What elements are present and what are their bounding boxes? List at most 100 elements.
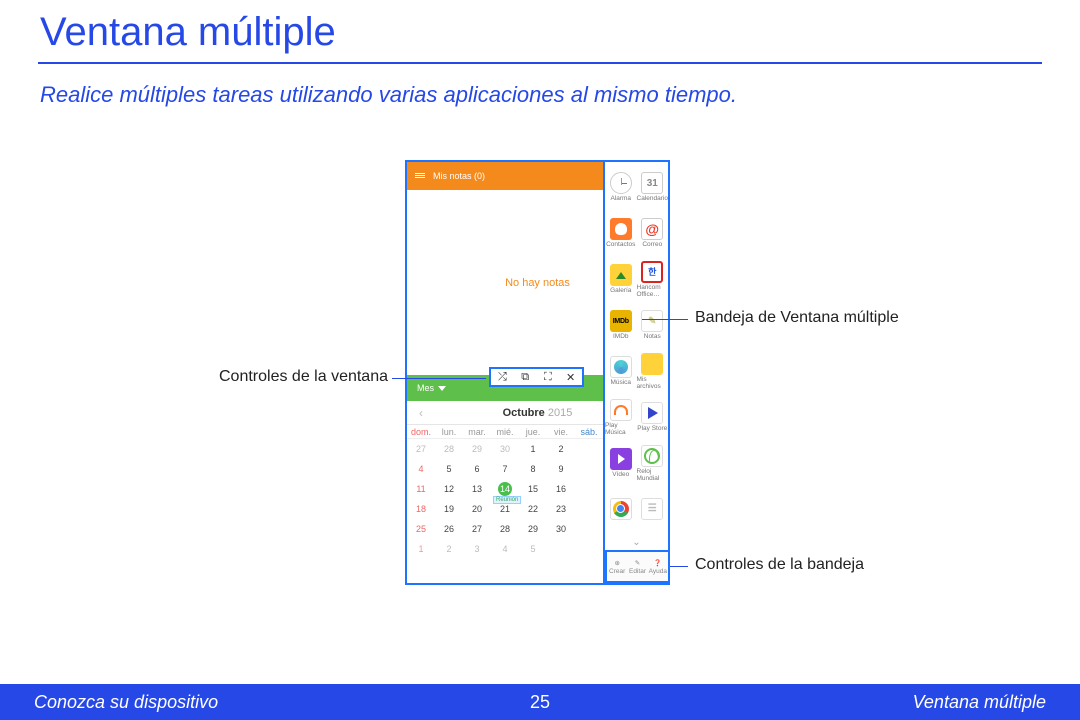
day[interactable]: 13 [463, 484, 491, 494]
page-subtitle: Realice múltiples tareas utilizando vari… [40, 82, 737, 108]
day[interactable]: 19 [435, 504, 463, 514]
day[interactable]: 9 [547, 464, 575, 474]
manual-page: Ventana múltiple Realice múltiples tarea… [0, 0, 1080, 720]
day[interactable]: 26 [435, 524, 463, 534]
tray-control-label: Crear [609, 568, 625, 575]
app-label: Contactos [606, 241, 635, 248]
day[interactable]: 3 [463, 544, 491, 554]
app-label: Correo [642, 241, 662, 248]
create-icon: ⊕ [614, 559, 619, 567]
notes-empty-text: No hay notas [505, 277, 570, 289]
maximize-icon[interactable]: ⛶ [541, 370, 555, 384]
app-label: Notas [644, 333, 661, 340]
weekday: dom. [407, 427, 435, 437]
chevron-left-icon[interactable]: ‹ [419, 406, 423, 420]
tray-control-label: Ayuda [649, 568, 667, 575]
close-window-icon[interactable]: ✕ [564, 370, 578, 384]
tray-app-mail[interactable]: @Correo [637, 210, 669, 256]
tray-app-memo[interactable]: ☰ [637, 486, 669, 532]
day[interactable]: 29 [463, 444, 491, 454]
day[interactable]: 8 [519, 464, 547, 474]
tray-app-contacts[interactable]: Contactos [605, 210, 637, 256]
weekday: vie. [547, 427, 575, 437]
page-number: 25 [0, 692, 1080, 713]
weekday: lun. [435, 427, 463, 437]
hamburger-icon[interactable] [415, 172, 425, 180]
chevron-down-icon[interactable] [438, 386, 446, 391]
tray-app-worldclock[interactable]: Reloj Mundial [637, 440, 669, 486]
day[interactable]: 5 [519, 544, 547, 554]
tray-app-video[interactable]: Vídeo [605, 440, 637, 486]
day[interactable]: 30 [491, 444, 519, 454]
help-icon: ❓ [654, 559, 662, 567]
day[interactable]: 4 [407, 464, 435, 474]
tray-edit[interactable]: ✎Editar [627, 552, 647, 581]
app-label: Hancom Office… [637, 284, 669, 298]
day[interactable]: 18 [407, 504, 435, 514]
tray-app-playstore[interactable]: Play Store [637, 394, 669, 440]
day[interactable]: 21 [491, 504, 519, 514]
tray-help[interactable]: ❓Ayuda [648, 552, 668, 581]
tray-app-hancom[interactable]: 한Hancom Office… [637, 256, 669, 302]
day[interactable]: 30 [547, 524, 575, 534]
callout-window-controls: Controles de la ventana [219, 368, 388, 386]
day[interactable]: 12 [435, 484, 463, 494]
tray-app-calendar[interactable]: 31Calendario [637, 164, 669, 210]
drag-content-icon[interactable]: ⧉ [518, 370, 532, 384]
tray-app-chrome[interactable] [605, 486, 637, 532]
day[interactable]: 20 [463, 504, 491, 514]
tray-app-music[interactable]: Música [605, 348, 637, 394]
clock-icon [610, 172, 632, 194]
tray-create[interactable]: ⊕Crear [607, 552, 627, 581]
day[interactable]: 4 [491, 544, 519, 554]
imdb-icon: IMDb [610, 310, 632, 332]
tray-control-label: Editar [629, 568, 646, 575]
day[interactable]: 23 [547, 504, 575, 514]
day[interactable]: 5 [435, 464, 463, 474]
tray-app-playmusic[interactable]: Play Música [605, 394, 637, 440]
day[interactable]: 27 [463, 524, 491, 534]
calendar-year: 2015 [548, 407, 572, 419]
music-icon [610, 356, 632, 378]
app-label: Calendario [637, 195, 668, 202]
day-today[interactable]: 14Reunión [491, 482, 519, 496]
day[interactable]: 29 [519, 524, 547, 534]
swap-windows-icon[interactable]: ⤮ [495, 370, 509, 384]
lead-window-controls [392, 378, 486, 379]
tray-app-notes[interactable]: ✎Notas [637, 302, 669, 348]
day[interactable]: 2 [547, 444, 575, 454]
window-controls[interactable]: ⤮ ⧉ ⛶ ✕ [489, 367, 584, 387]
video-icon [610, 448, 632, 470]
day[interactable]: 15 [519, 484, 547, 494]
day[interactable]: 6 [463, 464, 491, 474]
folder-icon [641, 353, 663, 375]
page-footer: Conozca su dispositivo 25 Ventana múltip… [0, 684, 1080, 720]
day[interactable]: 2 [435, 544, 463, 554]
memo-icon: ☰ [641, 498, 663, 520]
calendar-view-label[interactable]: Mes [417, 383, 434, 393]
multiwindow-tray[interactable]: Alarma 31Calendario Contactos @Correo Ga… [603, 162, 668, 583]
day[interactable]: 28 [435, 444, 463, 454]
page-title: Ventana múltiple [40, 10, 336, 55]
day[interactable]: 7 [491, 464, 519, 474]
tray-app-imdb[interactable]: IMDbIMDb [605, 302, 637, 348]
day[interactable]: 11 [407, 484, 435, 494]
contact-icon [610, 218, 632, 240]
app-label: Vídeo [612, 471, 629, 478]
app-label: Galería [610, 287, 631, 294]
day[interactable]: 1 [519, 444, 547, 454]
tray-controls: ⊕Crear ✎Editar ❓Ayuda [605, 550, 668, 583]
day[interactable]: 25 [407, 524, 435, 534]
tray-app-gallery[interactable]: Galería [605, 256, 637, 302]
day[interactable]: 28 [491, 524, 519, 534]
title-rule [38, 62, 1042, 64]
day[interactable]: 1 [407, 544, 435, 554]
tray-app-alarm[interactable]: Alarma [605, 164, 637, 210]
day[interactable]: 16 [547, 484, 575, 494]
day[interactable]: 27 [407, 444, 435, 454]
tray-app-myfiles[interactable]: Mis archivos [637, 348, 669, 394]
app-label: Mis archivos [637, 376, 669, 390]
weekday: jue. [519, 427, 547, 437]
tray-handle[interactable]: ⌄ [605, 532, 668, 550]
day[interactable]: 22 [519, 504, 547, 514]
